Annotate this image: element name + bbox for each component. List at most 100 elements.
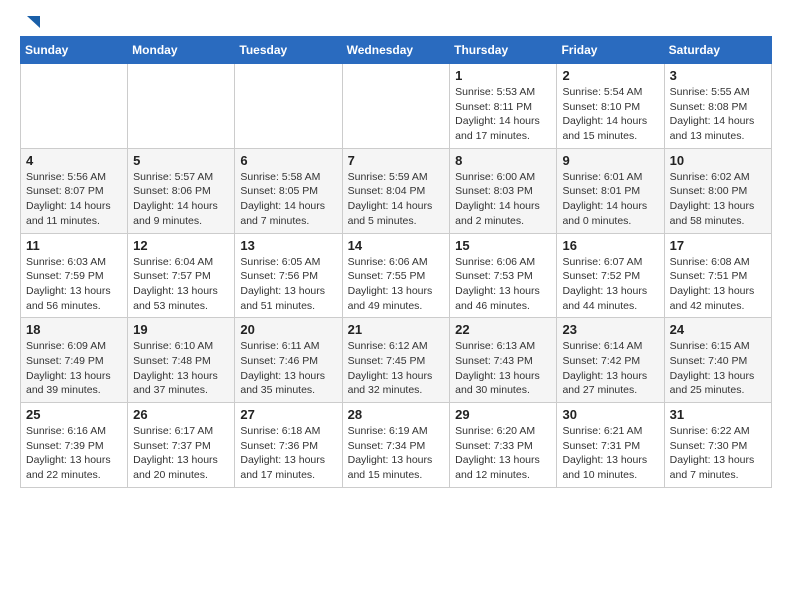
day-cell <box>21 64 128 149</box>
day-cell: 28 Sunrise: 6:19 AM Sunset: 7:34 PM Dayli… <box>342 403 450 488</box>
day-number: 7 <box>348 153 445 168</box>
day-info: Sunrise: 6:18 AM Sunset: 7:36 PM Dayligh… <box>240 424 336 483</box>
day-cell: 23 Sunrise: 6:14 AM Sunset: 7:42 PM Dayli… <box>557 318 664 403</box>
day-number: 21 <box>348 322 445 337</box>
day-number: 26 <box>133 407 229 422</box>
day-cell: 19 Sunrise: 6:10 AM Sunset: 7:48 PM Dayli… <box>128 318 235 403</box>
day-info: Sunrise: 5:54 AM Sunset: 8:10 PM Dayligh… <box>562 85 658 144</box>
day-cell: 31 Sunrise: 6:22 AM Sunset: 7:30 PM Dayli… <box>664 403 771 488</box>
day-cell: 3 Sunrise: 5:55 AM Sunset: 8:08 PM Daylig… <box>664 64 771 149</box>
day-info: Sunrise: 6:14 AM Sunset: 7:42 PM Dayligh… <box>562 339 658 398</box>
header-cell-tuesday: Tuesday <box>235 37 342 64</box>
day-cell: 14 Sunrise: 6:06 AM Sunset: 7:55 PM Dayli… <box>342 233 450 318</box>
day-info: Sunrise: 6:17 AM Sunset: 7:37 PM Dayligh… <box>133 424 229 483</box>
day-info: Sunrise: 6:11 AM Sunset: 7:46 PM Dayligh… <box>240 339 336 398</box>
week-row-3: 11 Sunrise: 6:03 AM Sunset: 7:59 PM Dayli… <box>21 233 772 318</box>
day-number: 11 <box>26 238 122 253</box>
day-number: 22 <box>455 322 551 337</box>
day-cell: 25 Sunrise: 6:16 AM Sunset: 7:39 PM Dayli… <box>21 403 128 488</box>
day-number: 8 <box>455 153 551 168</box>
day-info: Sunrise: 6:08 AM Sunset: 7:51 PM Dayligh… <box>670 255 766 314</box>
day-info: Sunrise: 6:16 AM Sunset: 7:39 PM Dayligh… <box>26 424 122 483</box>
day-info: Sunrise: 6:21 AM Sunset: 7:31 PM Dayligh… <box>562 424 658 483</box>
day-number: 15 <box>455 238 551 253</box>
day-info: Sunrise: 5:53 AM Sunset: 8:11 PM Dayligh… <box>455 85 551 144</box>
page-header <box>20 16 772 30</box>
day-info: Sunrise: 5:57 AM Sunset: 8:06 PM Dayligh… <box>133 170 229 229</box>
week-row-2: 4Sunrise: 5:56 AM Sunset: 8:07 PM Daylig… <box>21 148 772 233</box>
day-number: 12 <box>133 238 229 253</box>
day-number: 24 <box>670 322 766 337</box>
calendar-body: 1 Sunrise: 5:53 AM Sunset: 8:11 PM Daylig… <box>21 64 772 488</box>
day-info: Sunrise: 6:06 AM Sunset: 7:53 PM Dayligh… <box>455 255 551 314</box>
day-cell <box>342 64 450 149</box>
day-cell: 10Sunrise: 6:02 AM Sunset: 8:00 PM Dayli… <box>664 148 771 233</box>
day-number: 18 <box>26 322 122 337</box>
logo <box>20 16 40 30</box>
day-number: 3 <box>670 68 766 83</box>
day-number: 28 <box>348 407 445 422</box>
day-cell: 18Sunrise: 6:09 AM Sunset: 7:49 PM Dayli… <box>21 318 128 403</box>
day-info: Sunrise: 6:19 AM Sunset: 7:34 PM Dayligh… <box>348 424 445 483</box>
calendar-table: SundayMondayTuesdayWednesdayThursdayFrid… <box>20 36 772 488</box>
day-cell: 5 Sunrise: 5:57 AM Sunset: 8:06 PM Daylig… <box>128 148 235 233</box>
day-number: 5 <box>133 153 229 168</box>
day-info: Sunrise: 6:04 AM Sunset: 7:57 PM Dayligh… <box>133 255 229 314</box>
header-cell-sunday: Sunday <box>21 37 128 64</box>
day-info: Sunrise: 5:55 AM Sunset: 8:08 PM Dayligh… <box>670 85 766 144</box>
day-number: 31 <box>670 407 766 422</box>
header-cell-monday: Monday <box>128 37 235 64</box>
day-info: Sunrise: 6:07 AM Sunset: 7:52 PM Dayligh… <box>562 255 658 314</box>
day-cell: 4Sunrise: 5:56 AM Sunset: 8:07 PM Daylig… <box>21 148 128 233</box>
day-cell: 17Sunrise: 6:08 AM Sunset: 7:51 PM Dayli… <box>664 233 771 318</box>
week-row-1: 1 Sunrise: 5:53 AM Sunset: 8:11 PM Daylig… <box>21 64 772 149</box>
day-info: Sunrise: 6:22 AM Sunset: 7:30 PM Dayligh… <box>670 424 766 483</box>
day-info: Sunrise: 6:05 AM Sunset: 7:56 PM Dayligh… <box>240 255 336 314</box>
day-number: 1 <box>455 68 551 83</box>
day-cell: 21Sunrise: 6:12 AM Sunset: 7:45 PM Dayli… <box>342 318 450 403</box>
day-number: 13 <box>240 238 336 253</box>
day-number: 19 <box>133 322 229 337</box>
day-info: Sunrise: 6:13 AM Sunset: 7:43 PM Dayligh… <box>455 339 551 398</box>
week-row-4: 18Sunrise: 6:09 AM Sunset: 7:49 PM Dayli… <box>21 318 772 403</box>
logo-triangle-icon <box>22 12 40 30</box>
day-info: Sunrise: 6:01 AM Sunset: 8:01 PM Dayligh… <box>562 170 658 229</box>
day-number: 2 <box>562 68 658 83</box>
day-number: 25 <box>26 407 122 422</box>
day-info: Sunrise: 6:15 AM Sunset: 7:40 PM Dayligh… <box>670 339 766 398</box>
calendar-header: SundayMondayTuesdayWednesdayThursdayFrid… <box>21 37 772 64</box>
day-number: 6 <box>240 153 336 168</box>
day-cell: 24 Sunrise: 6:15 AM Sunset: 7:40 PM Dayli… <box>664 318 771 403</box>
day-cell: 15 Sunrise: 6:06 AM Sunset: 7:53 PM Dayli… <box>450 233 557 318</box>
day-info: Sunrise: 5:56 AM Sunset: 8:07 PM Dayligh… <box>26 170 122 229</box>
day-cell: 29Sunrise: 6:20 AM Sunset: 7:33 PM Dayli… <box>450 403 557 488</box>
day-number: 9 <box>562 153 658 168</box>
day-cell: 6 Sunrise: 5:58 AM Sunset: 8:05 PM Daylig… <box>235 148 342 233</box>
day-cell: 7Sunrise: 5:59 AM Sunset: 8:04 PM Daylig… <box>342 148 450 233</box>
day-cell: 27Sunrise: 6:18 AM Sunset: 7:36 PM Dayli… <box>235 403 342 488</box>
day-number: 20 <box>240 322 336 337</box>
day-info: Sunrise: 6:10 AM Sunset: 7:48 PM Dayligh… <box>133 339 229 398</box>
day-cell: 30 Sunrise: 6:21 AM Sunset: 7:31 PM Dayli… <box>557 403 664 488</box>
day-info: Sunrise: 6:02 AM Sunset: 8:00 PM Dayligh… <box>670 170 766 229</box>
day-cell <box>128 64 235 149</box>
day-number: 23 <box>562 322 658 337</box>
day-cell: 13 Sunrise: 6:05 AM Sunset: 7:56 PM Dayli… <box>235 233 342 318</box>
day-info: Sunrise: 6:20 AM Sunset: 7:33 PM Dayligh… <box>455 424 551 483</box>
day-number: 30 <box>562 407 658 422</box>
header-cell-wednesday: Wednesday <box>342 37 450 64</box>
day-number: 14 <box>348 238 445 253</box>
day-cell: 20 Sunrise: 6:11 AM Sunset: 7:46 PM Dayli… <box>235 318 342 403</box>
day-cell: 12 Sunrise: 6:04 AM Sunset: 7:57 PM Dayli… <box>128 233 235 318</box>
day-info: Sunrise: 6:03 AM Sunset: 7:59 PM Dayligh… <box>26 255 122 314</box>
week-row-5: 25 Sunrise: 6:16 AM Sunset: 7:39 PM Dayli… <box>21 403 772 488</box>
header-cell-saturday: Saturday <box>664 37 771 64</box>
day-cell <box>235 64 342 149</box>
header-cell-friday: Friday <box>557 37 664 64</box>
day-cell: 16Sunrise: 6:07 AM Sunset: 7:52 PM Dayli… <box>557 233 664 318</box>
day-cell: 9 Sunrise: 6:01 AM Sunset: 8:01 PM Daylig… <box>557 148 664 233</box>
day-info: Sunrise: 6:00 AM Sunset: 8:03 PM Dayligh… <box>455 170 551 229</box>
day-info: Sunrise: 6:06 AM Sunset: 7:55 PM Dayligh… <box>348 255 445 314</box>
day-info: Sunrise: 5:58 AM Sunset: 8:05 PM Dayligh… <box>240 170 336 229</box>
day-cell: 11 Sunrise: 6:03 AM Sunset: 7:59 PM Dayli… <box>21 233 128 318</box>
